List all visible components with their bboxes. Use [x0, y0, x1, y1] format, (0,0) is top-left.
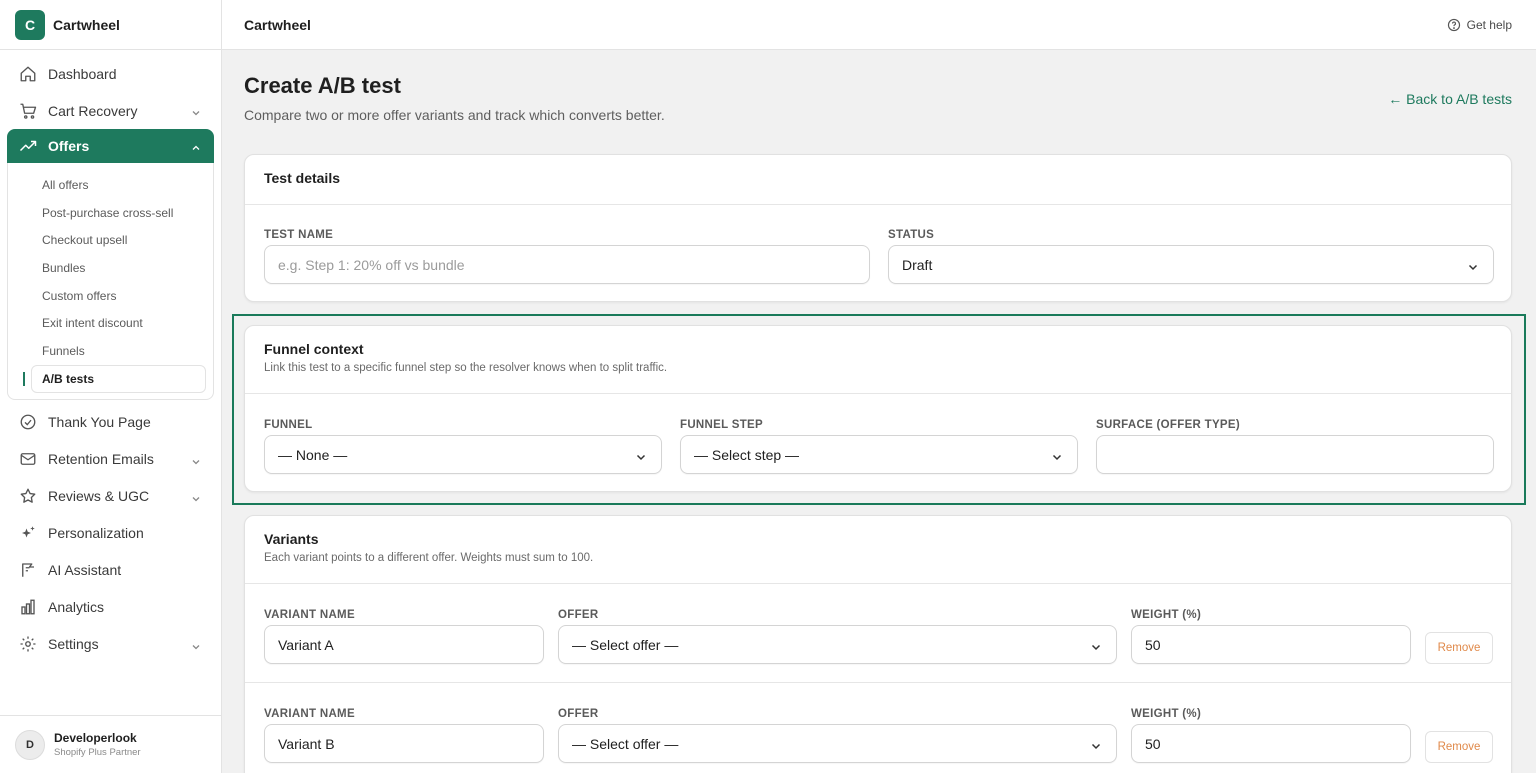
sidebar-nav: Dashboard Cart Recovery Offers All offer… [0, 50, 221, 663]
ai-assistant-icon [18, 560, 38, 580]
card-title: Test details [264, 170, 340, 186]
sidebar-item-label: Settings [48, 636, 99, 652]
chevron-down-icon [191, 639, 201, 655]
get-help-link[interactable]: Get help [1447, 18, 1512, 32]
sidebar-item-label: Analytics [48, 599, 105, 615]
gear-icon [18, 634, 38, 654]
weight-input[interactable]: 50 [1131, 625, 1411, 664]
sidebar-item-retention-emails[interactable]: Retention Emails [0, 441, 221, 478]
sparkle-icon [18, 523, 38, 543]
app-name: Cartwheel [53, 16, 120, 33]
remove-variant-button[interactable]: Remove [1425, 632, 1493, 664]
chevron-down-icon [1090, 640, 1102, 656]
topbar-title: Cartwheel [244, 16, 311, 33]
bar-chart-icon [18, 597, 38, 617]
chevron-up-icon [191, 140, 201, 156]
check-circle-icon [18, 412, 38, 432]
offer-select[interactable]: — Select offer — [558, 625, 1117, 664]
weight-label: WEIGHT (%) [1131, 609, 1202, 621]
page-title: Create A/B test [244, 73, 401, 98]
status-value: Draft [902, 256, 933, 273]
offer-value: — Select offer — [572, 636, 679, 653]
mail-icon [18, 449, 38, 469]
home-icon [18, 64, 38, 84]
sidebar-item-ai-assistant[interactable]: AI Assistant [0, 552, 221, 589]
topbar: Cartwheel Get help [222, 0, 1536, 50]
row-divider [245, 682, 1511, 683]
sidebar-item-label: Offers [48, 138, 90, 154]
app-logo: C [15, 9, 45, 40]
sidebar-item-label: Personalization [48, 525, 144, 541]
card-description: Each variant points to a different offer… [264, 552, 594, 564]
weight-label: WEIGHT (%) [1131, 708, 1202, 720]
focus-highlight [232, 314, 1526, 505]
star-icon [18, 486, 38, 506]
offer-label: OFFER [558, 609, 599, 621]
card-title: Variants [264, 531, 319, 547]
chevron-down-icon [1090, 739, 1102, 755]
offer-select[interactable]: — Select offer — [558, 724, 1117, 763]
card-header: Variants Each variant points to a differ… [245, 516, 1511, 584]
variant-name-label: VARIANT NAME [264, 609, 355, 621]
test-details-card: Test details TEST NAME e.g. Step 1: 20% … [244, 154, 1512, 302]
sidebar-item-label: Thank You Page [48, 414, 151, 430]
sidebar-item-settings[interactable]: Settings [0, 626, 221, 663]
get-help-label: Get help [1466, 18, 1512, 32]
variant-name-input[interactable]: Variant A [264, 625, 544, 664]
subnav-exit-intent-discount[interactable]: Exit intent discount [8, 309, 213, 337]
sidebar-item-label: Cart Recovery [48, 102, 138, 119]
offers-subnav: All offers Post-purchase cross-sell Chec… [7, 163, 214, 400]
user-info: Developerlook Shopify Plus Partner [54, 731, 141, 758]
user-name: Developerlook [54, 731, 137, 745]
offer-value: — Select offer — [572, 735, 679, 752]
offer-label: OFFER [558, 708, 599, 720]
subnav-custom-offers[interactable]: Custom offers [8, 282, 213, 310]
sidebar-item-thank-you-page[interactable]: Thank You Page [0, 404, 221, 441]
sidebar-item-reviews-ugc[interactable]: Reviews & UGC [0, 478, 221, 515]
card-header: Test details [245, 155, 1511, 205]
sidebar-item-label: Reviews & UGC [48, 488, 150, 504]
status-label: STATUS [888, 229, 935, 241]
user-role: Shopify Plus Partner [54, 747, 141, 758]
sidebar-item-offers[interactable]: Offers [7, 129, 214, 163]
variant-name-input[interactable]: Variant B [264, 724, 544, 763]
sidebar: C Cartwheel Dashboard Cart Recovery Offe… [0, 0, 222, 773]
weight-input[interactable]: 50 [1131, 724, 1411, 763]
cart-icon [18, 101, 38, 121]
sidebar-item-label: Dashboard [48, 65, 117, 82]
sidebar-item-analytics[interactable]: Analytics [0, 589, 221, 626]
sidebar-item-label: Retention Emails [48, 451, 154, 467]
chevron-down-icon [191, 454, 201, 470]
chevron-down-icon [1467, 260, 1479, 276]
subnav-checkout-upsell[interactable]: Checkout upsell [8, 226, 213, 254]
sidebar-item-personalization[interactable]: Personalization [0, 515, 221, 552]
subnav-post-purchase-cross-sell[interactable]: Post-purchase cross-sell [8, 199, 213, 227]
sidebar-item-cart-recovery[interactable]: Cart Recovery [0, 92, 221, 129]
sidebar-item-label: AI Assistant [48, 562, 122, 578]
subnav-ab-tests[interactable]: A/B tests [23, 364, 206, 393]
sidebar-item-dashboard[interactable]: Dashboard [0, 55, 221, 92]
variant-name-label: VARIANT NAME [264, 708, 355, 720]
help-circle-icon [1447, 18, 1461, 32]
chevron-down-icon [191, 491, 201, 507]
user-profile[interactable]: D Developerlook Shopify Plus Partner [0, 715, 221, 773]
variants-card: Variants Each variant points to a differ… [244, 515, 1512, 773]
subnav-all-offers[interactable]: All offers [8, 171, 213, 199]
status-select[interactable]: Draft [888, 245, 1494, 284]
page-subtitle: Compare two or more offer variants and t… [244, 107, 665, 123]
remove-variant-button[interactable]: Remove [1425, 731, 1493, 763]
back-to-ab-tests-link[interactable]: ← Back to A/B tests [1388, 91, 1512, 107]
trending-up-icon [18, 136, 38, 156]
test-name-input[interactable]: e.g. Step 1: 20% off vs bundle [264, 245, 870, 284]
chevron-down-icon [191, 105, 201, 121]
subnav-funnels[interactable]: Funnels [8, 337, 213, 365]
test-name-label: TEST NAME [264, 229, 334, 241]
avatar: D [15, 729, 45, 760]
brand: C Cartwheel [0, 0, 221, 50]
subnav-bundles[interactable]: Bundles [8, 254, 213, 282]
